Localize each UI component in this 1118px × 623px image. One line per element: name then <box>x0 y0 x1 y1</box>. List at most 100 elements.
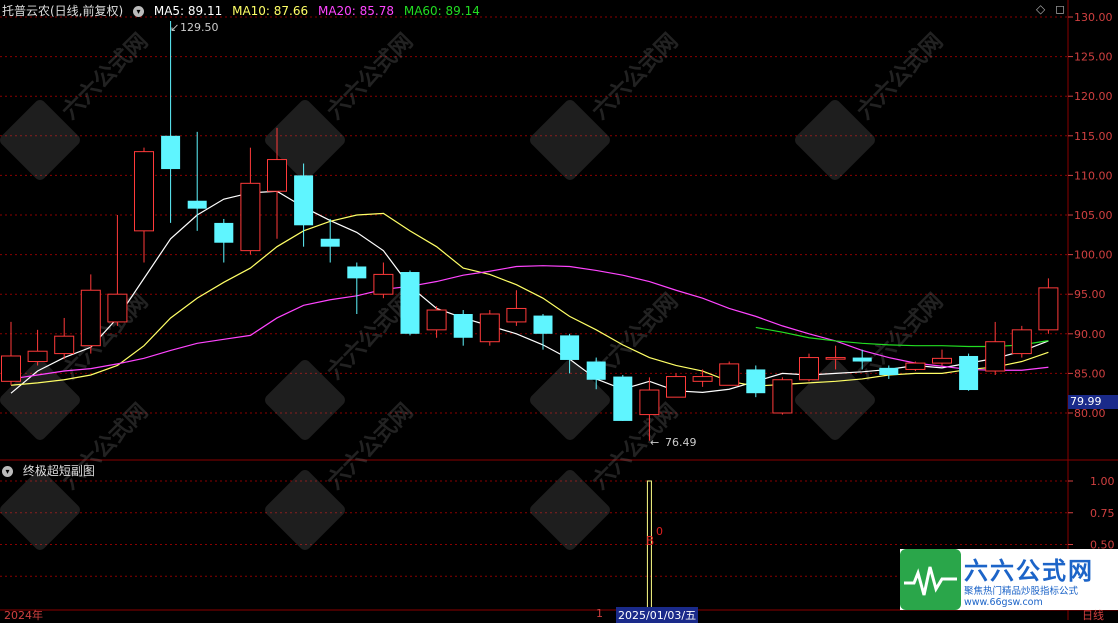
candle-body <box>613 376 633 421</box>
ma5-label: MA5: 89.11 <box>153 4 223 18</box>
candle-body <box>240 182 261 252</box>
candle <box>746 365 766 398</box>
candle <box>533 314 553 350</box>
candle-body <box>932 357 952 364</box>
candle-body <box>879 367 899 375</box>
year-label: 2024年 <box>4 609 43 622</box>
candle-body <box>161 135 181 170</box>
watermark: 六六公式网 <box>265 29 418 180</box>
candle <box>320 218 340 263</box>
stock-title[interactable]: 托普云农(日线,前复权) <box>2 4 123 18</box>
ma20-label: MA20: 85.78 <box>317 4 395 18</box>
watermark-text: 六六公式网 <box>853 29 948 124</box>
candle <box>959 353 979 391</box>
candle-body <box>320 238 340 247</box>
candle-body <box>347 266 367 279</box>
cursor-date: 2025/01/03/五 <box>616 607 699 623</box>
candle <box>772 377 793 415</box>
candle-body <box>1038 287 1059 331</box>
candle <box>613 374 633 421</box>
candle <box>214 218 234 263</box>
candle <box>80 274 101 354</box>
brand-name: 六六公式网 <box>964 557 1094 585</box>
candle <box>107 215 128 326</box>
settings-circle-icon[interactable]: ▾ <box>133 6 145 17</box>
period-label: 日线 <box>1082 609 1104 622</box>
candle-body <box>294 175 314 226</box>
candle-body <box>746 369 766 394</box>
candle-body <box>479 313 500 343</box>
brand-logo: 六六公式网 聚焦热门精品炒股指标公式 www.66gsw.com <box>900 549 1118 610</box>
ma60-label: MA60: 89.14 <box>403 4 480 18</box>
candle-body <box>506 307 527 323</box>
candle <box>240 147 261 255</box>
chart-canvas[interactable]: 六六公式网 六六公式网 六六公式网 六六公式网六六公式网 六六公式网 六六公式网 六六公式网… <box>0 0 1118 620</box>
watermark-text: 六六公式网 <box>588 29 683 124</box>
candle-body <box>533 315 553 334</box>
candle <box>905 361 926 372</box>
candle-body <box>373 273 394 295</box>
candle-body <box>54 335 75 355</box>
candle-body <box>985 341 1006 372</box>
moving-average-lines <box>10 190 1049 394</box>
sub-panel-title[interactable]: 终极超短副图 <box>23 464 95 478</box>
candle-body <box>134 151 154 232</box>
candle <box>479 310 500 346</box>
sub-y-tick-label: 1.00 <box>1090 475 1115 488</box>
y-tick-label: 125.00 <box>1074 51 1113 64</box>
brand-url: www.66gsw.com <box>964 597 1043 608</box>
candle <box>347 262 367 314</box>
low-annotation: 76.49 <box>665 436 697 449</box>
bottom-time-bar: 2024年 1 2025/01/03/五 日线 <box>0 607 1118 623</box>
low-arrow: ← <box>650 436 659 449</box>
high-arrow: ↙ <box>170 21 179 34</box>
candle-body <box>959 355 979 391</box>
signal-letter: B <box>646 534 654 548</box>
header-bar: 托普云农(日线,前复权) ▾ MA5: 89.11 MA10: 87.66 MA… <box>2 2 486 19</box>
sub-y-tick-label: 0.75 <box>1090 507 1115 520</box>
candle <box>161 20 181 223</box>
candle-body <box>692 376 713 382</box>
candle <box>719 361 740 386</box>
candle-body <box>586 361 606 380</box>
candle-body <box>560 335 580 360</box>
diamond-icon[interactable]: ◇ <box>1036 2 1045 16</box>
candle <box>506 290 527 326</box>
candle-body <box>799 357 819 381</box>
candle <box>985 321 1006 375</box>
watermark: 六六公式网 <box>795 29 948 180</box>
candle-body <box>27 350 48 363</box>
candle <box>187 131 207 231</box>
candle <box>426 306 447 338</box>
cursor-marker: 1 <box>596 607 603 620</box>
candle-body <box>400 272 420 334</box>
window-controls: ◇ ◻ <box>1036 2 1071 16</box>
candle-body <box>187 200 207 209</box>
candle <box>453 310 473 346</box>
watermark-text: 六六公式网 <box>323 29 418 124</box>
price-axis: 130.00 125.00 120.00 115.00 110.00 105.00 100.… <box>1068 11 1113 420</box>
candle-body <box>1011 329 1032 355</box>
y-tick-label: 85.00 <box>1074 367 1106 380</box>
sub-panel-circle-icon[interactable]: ▾ <box>2 466 13 477</box>
expand-icon[interactable]: ◻ <box>1055 2 1065 16</box>
y-tick-label: 90.00 <box>1074 328 1106 341</box>
y-tick-label: 115.00 <box>1074 130 1113 143</box>
candle <box>134 147 154 263</box>
candle <box>27 329 48 366</box>
candle-body <box>772 379 793 414</box>
candle <box>932 349 952 366</box>
candle-body <box>639 389 660 416</box>
y-tick-label: 95.00 <box>1074 288 1106 301</box>
candle <box>799 353 819 382</box>
ma5-line <box>10 190 1049 394</box>
candle <box>1 321 21 386</box>
candle-body <box>852 357 872 362</box>
y-tick-label: 100.00 <box>1074 249 1113 262</box>
y-tick-label: 105.00 <box>1074 209 1113 222</box>
signal-text: 0 <box>656 525 663 538</box>
candle-body <box>825 357 846 360</box>
candle <box>400 270 420 336</box>
y-tick-label: 120.00 <box>1074 90 1113 103</box>
candle <box>373 262 394 299</box>
